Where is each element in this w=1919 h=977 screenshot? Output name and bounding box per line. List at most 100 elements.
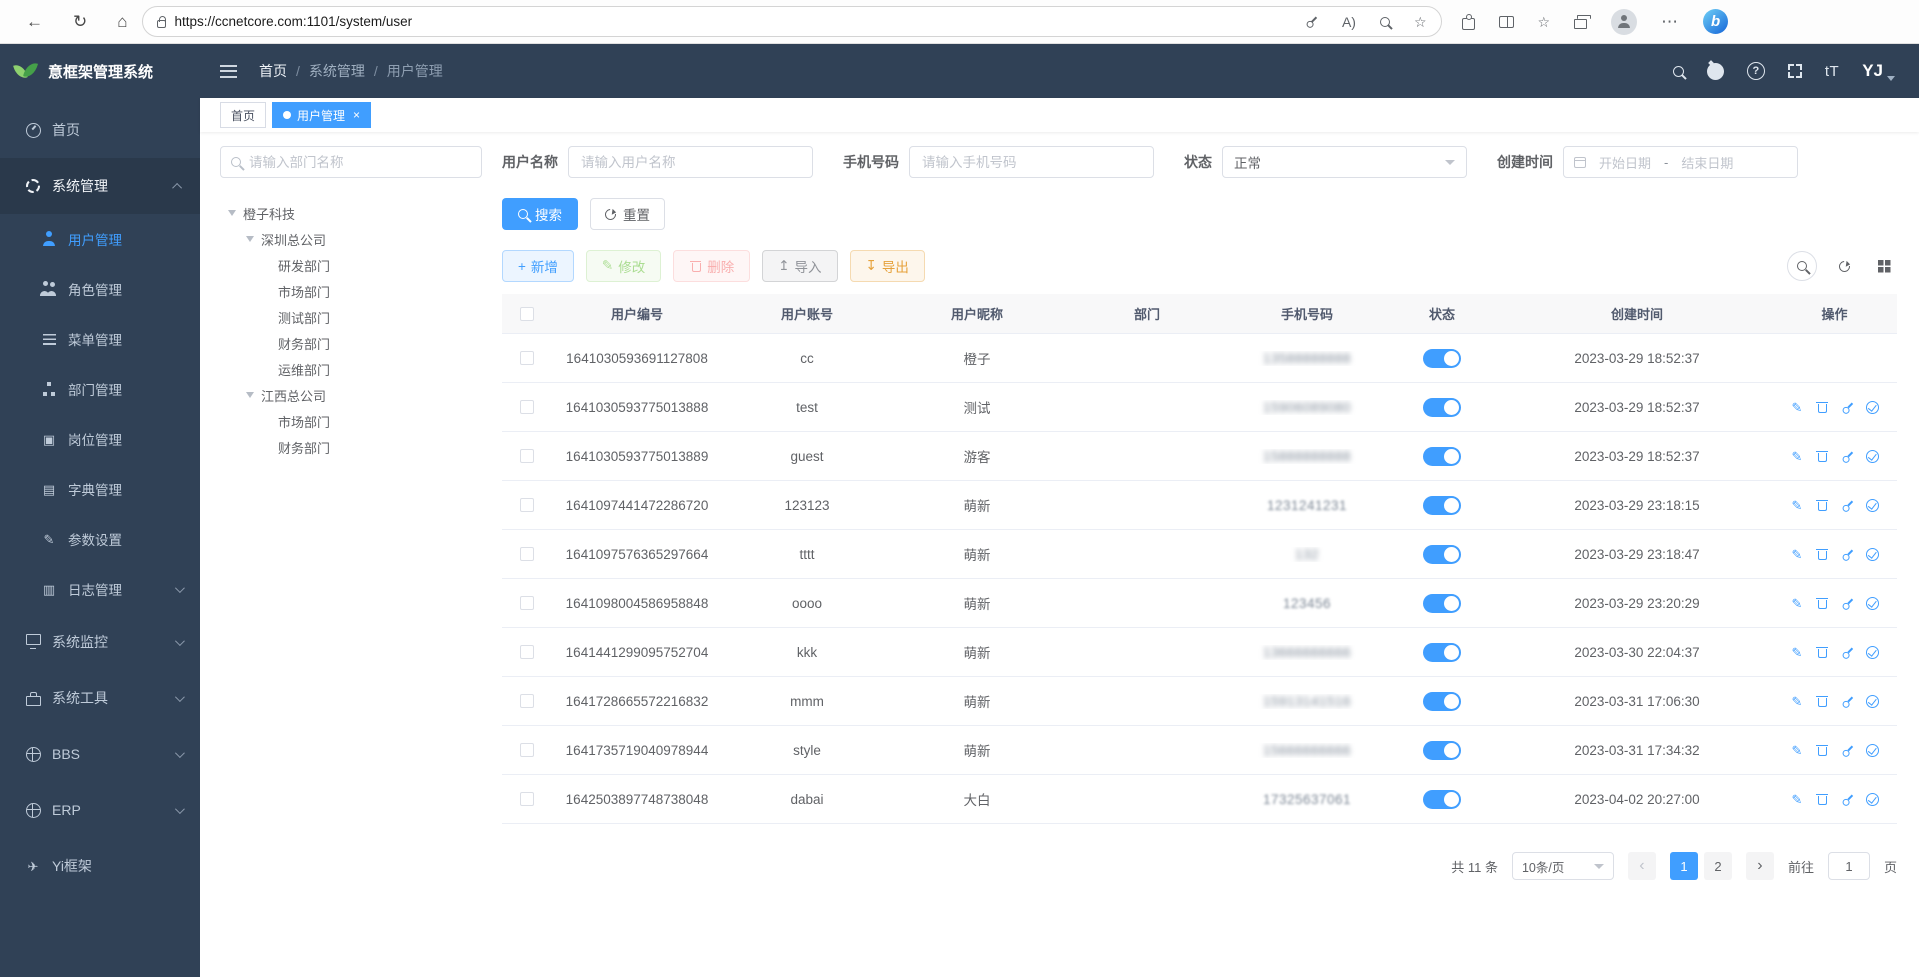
tree-node[interactable]: 研发部门 (220, 252, 482, 278)
status-toggle[interactable] (1423, 447, 1461, 466)
tree-node[interactable]: 江西总公司 (220, 382, 482, 408)
page-size-select[interactable]: 10条/页 (1512, 852, 1614, 880)
status-toggle[interactable] (1423, 790, 1461, 809)
prev-page-button[interactable]: ‹ (1628, 852, 1656, 880)
import-button[interactable]: ↥ 导入 (762, 250, 837, 282)
assign-role-icon[interactable] (1865, 400, 1880, 415)
refresh-page-icon[interactable]: ↻ (73, 13, 87, 30)
fullscreen-icon[interactable] (1788, 64, 1802, 78)
reset-password-icon[interactable] (1836, 400, 1857, 415)
status-toggle[interactable] (1423, 692, 1461, 711)
refresh-table-button[interactable] (1831, 253, 1857, 279)
tree-node[interactable]: 橙子科技 (220, 200, 482, 226)
reset-password-icon[interactable] (1836, 596, 1857, 611)
tab-home[interactable]: 首页 (220, 102, 266, 128)
breadcrumb-home[interactable]: 首页 (259, 61, 287, 81)
assign-role-icon[interactable] (1865, 449, 1880, 464)
reset-password-icon[interactable] (1836, 645, 1857, 660)
sidebar-item-monitor[interactable]: 系统监控 (0, 614, 200, 670)
sidebar-item-post[interactable]: 岗位管理 (0, 414, 200, 464)
status-toggle[interactable] (1423, 545, 1461, 564)
close-tab-icon[interactable]: × (353, 108, 360, 122)
edit-icon[interactable]: ✎ (1790, 498, 1805, 513)
password-key-icon[interactable] (1302, 12, 1320, 30)
row-checkbox[interactable] (520, 694, 534, 708)
reset-password-icon[interactable] (1836, 498, 1857, 513)
add-favorite-star-icon[interactable]: ☆ (1414, 15, 1427, 29)
row-checkbox[interactable] (520, 743, 534, 757)
status-toggle[interactable] (1423, 496, 1461, 515)
header-search-icon[interactable] (1673, 66, 1684, 77)
delete-icon[interactable] (1815, 498, 1830, 513)
toggle-search-button[interactable] (1787, 251, 1817, 281)
delete-icon[interactable] (1815, 449, 1830, 464)
breadcrumb-system[interactable]: 系统管理 (309, 61, 365, 81)
sidebar-item-log[interactable]: 日志管理 (0, 564, 200, 614)
user-avatar[interactable]: YJ (1862, 61, 1893, 81)
next-page-button[interactable]: › (1746, 852, 1774, 880)
tree-node[interactable]: 测试部门 (220, 304, 482, 330)
page-button-1[interactable]: 1 (1670, 852, 1698, 880)
edit-button[interactable]: ✎ 修改 (586, 250, 661, 282)
delete-icon[interactable] (1815, 596, 1830, 611)
row-checkbox[interactable] (520, 449, 534, 463)
edit-icon[interactable]: ✎ (1790, 743, 1805, 758)
sidebar-item-param[interactable]: 参数设置 (0, 514, 200, 564)
tree-expand-icon[interactable] (246, 392, 254, 398)
edit-icon[interactable]: ✎ (1790, 547, 1805, 562)
browser-profile-avatar[interactable] (1611, 9, 1637, 35)
help-icon[interactable]: ? (1747, 62, 1765, 80)
column-settings-button[interactable] (1871, 253, 1897, 279)
date-range-input[interactable]: 开始日期 - 结束日期 (1563, 146, 1798, 178)
assign-role-icon[interactable] (1865, 596, 1880, 611)
delete-icon[interactable] (1815, 547, 1830, 562)
reset-button[interactable]: 重置 (590, 198, 665, 230)
home-icon[interactable]: ⌂ (117, 13, 127, 30)
extensions-icon[interactable] (1462, 18, 1475, 30)
tab-user-management[interactable]: 用户管理 × (272, 102, 371, 128)
sidebar-item-user[interactable]: 用户管理 (0, 214, 200, 264)
search-button[interactable]: 搜索 (502, 198, 578, 230)
sidebar-item-bbs[interactable]: BBS (0, 726, 200, 782)
status-toggle[interactable] (1423, 741, 1461, 760)
favorites-icon[interactable]: ☆ (1538, 15, 1551, 29)
row-checkbox[interactable] (520, 645, 534, 659)
tree-node[interactable]: 市场部门 (220, 408, 482, 434)
edit-icon[interactable]: ✎ (1790, 694, 1805, 709)
reset-password-icon[interactable] (1836, 694, 1857, 709)
status-toggle[interactable] (1423, 643, 1461, 662)
sidebar-item-yi[interactable]: Yi框架 (0, 838, 200, 894)
edit-icon[interactable]: ✎ (1790, 645, 1805, 660)
assign-role-icon[interactable] (1865, 498, 1880, 513)
split-screen-icon[interactable] (1499, 16, 1514, 28)
back-icon[interactable]: ← (26, 13, 43, 30)
tree-node[interactable]: 财务部门 (220, 434, 482, 460)
department-search-input[interactable] (249, 147, 471, 177)
delete-icon[interactable] (1815, 400, 1830, 415)
row-checkbox[interactable] (520, 498, 534, 512)
delete-icon[interactable] (1815, 645, 1830, 660)
assign-role-icon[interactable] (1865, 694, 1880, 709)
edit-icon[interactable]: ✎ (1790, 596, 1805, 611)
delete-icon[interactable] (1815, 694, 1830, 709)
font-size-icon[interactable]: tT (1825, 63, 1839, 80)
tree-node[interactable]: 市场部门 (220, 278, 482, 304)
row-checkbox[interactable] (520, 351, 534, 365)
status-toggle[interactable] (1423, 349, 1461, 368)
tree-expand-icon[interactable] (246, 236, 254, 242)
collections-icon[interactable] (1574, 19, 1587, 29)
tree-expand-icon[interactable] (228, 210, 236, 216)
sidebar-item-system[interactable]: 系统管理 (0, 158, 200, 214)
read-aloud-icon[interactable]: A) (1342, 15, 1356, 29)
edit-icon[interactable]: ✎ (1790, 792, 1805, 807)
edit-icon[interactable]: ✎ (1790, 449, 1805, 464)
sidebar-item-menu[interactable]: 菜单管理 (0, 314, 200, 364)
status-toggle[interactable] (1423, 398, 1461, 417)
delete-icon[interactable] (1815, 792, 1830, 807)
page-button-2[interactable]: 2 (1704, 852, 1732, 880)
goto-page-input[interactable] (1828, 852, 1870, 880)
reset-password-icon[interactable] (1836, 449, 1857, 464)
assign-role-icon[interactable] (1865, 645, 1880, 660)
more-menu-icon[interactable]: ⋯ (1661, 13, 1679, 30)
collapse-sidebar-icon[interactable] (220, 65, 237, 78)
